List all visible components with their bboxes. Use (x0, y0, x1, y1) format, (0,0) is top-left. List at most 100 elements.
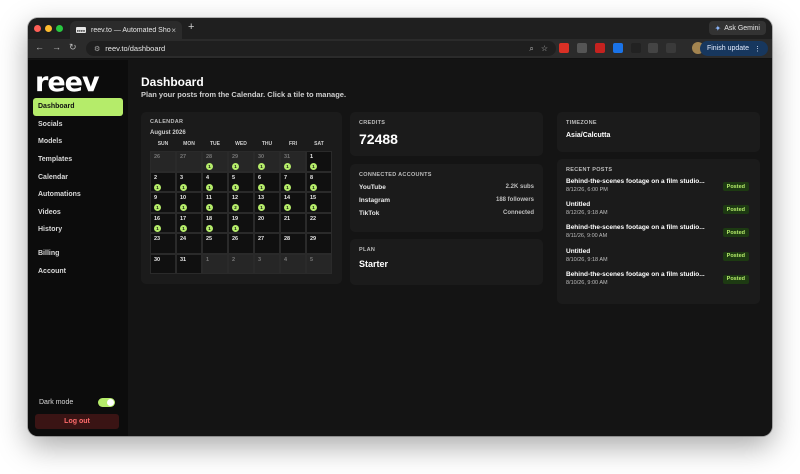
calendar-day-cell[interactable]: 15 1 (306, 192, 332, 213)
calendar-day-cell[interactable]: 13 1 (254, 192, 280, 213)
sidebar-item-automations[interactable]: Automations (33, 186, 123, 204)
recent-post-item[interactable]: Untitled 8/12/26, 9:18 AM Posted (566, 201, 751, 224)
close-window-icon[interactable] (34, 25, 41, 32)
calendar-day-cell[interactable]: 23 (150, 233, 176, 254)
calendar-day-cell[interactable]: 51 (228, 171, 254, 192)
scheduled-post-badge[interactable]: 1 (154, 204, 161, 211)
recent-post-item[interactable]: Behind-the-scenes footage on a film stud… (566, 224, 751, 247)
back-icon[interactable]: ← (35, 42, 44, 52)
scheduled-post-badge[interactable]: 1 (284, 163, 291, 170)
sidebar-item-videos[interactable]: Videos (33, 204, 123, 222)
site-info-icon[interactable]: ⚙ (94, 45, 100, 53)
calendar-day-cell[interactable]: 30 1 (254, 151, 280, 172)
calendar-day-cell[interactable]: 71 (280, 171, 306, 192)
calendar-day-cell[interactable]: 26 (228, 233, 254, 254)
sidebar-item-billing[interactable]: Billing (33, 245, 123, 263)
extension-p-icon[interactable] (595, 43, 605, 53)
extension-m-icon[interactable] (631, 43, 641, 53)
calendar-day-cell[interactable]: 19 1 (228, 212, 254, 233)
scheduled-post-badge[interactable]: 1 (206, 163, 213, 170)
scheduled-post-badge[interactable]: 1 (258, 163, 265, 170)
calendar-day-cell[interactable]: 21 (280, 212, 306, 233)
calendar-day-cell[interactable]: 41 (202, 171, 228, 192)
scheduled-post-badge[interactable]: 1 (232, 183, 239, 191)
calendar-day-cell[interactable]: 2 (228, 253, 254, 274)
calendar-day-cell[interactable]: 61 (254, 171, 280, 192)
calendar-day-cell[interactable]: 81 (306, 171, 332, 192)
minimize-window-icon[interactable] (45, 25, 52, 32)
scheduled-post-badge[interactable]: 1 (154, 224, 161, 232)
dark-mode-toggle[interactable] (98, 398, 115, 407)
tab-close-icon[interactable]: × (171, 26, 176, 35)
calendar-day-cell[interactable]: 28 (280, 233, 306, 254)
ask-gemini-button[interactable]: ✦ Ask Gemini (708, 21, 766, 35)
calendar-day-cell[interactable]: 1 (202, 253, 228, 274)
scheduled-post-badge[interactable]: 1 (180, 224, 187, 232)
zoom-icon[interactable]: ⌕ (529, 44, 533, 54)
calendar-day-cell[interactable]: 26 (150, 151, 176, 172)
sidebar-item-calendar[interactable]: Calendar (33, 168, 123, 186)
maximize-window-icon[interactable] (56, 25, 63, 32)
bookmark-star-icon[interactable]: ☆ (541, 44, 548, 53)
sidebar-item-dashboard[interactable]: Dashboard (33, 98, 123, 116)
reload-icon[interactable]: ↻ (69, 42, 77, 53)
calendar-day-cell[interactable]: 4 (280, 253, 306, 274)
calendar-day-cell[interactable]: 24 (176, 233, 202, 254)
scheduled-post-badge[interactable]: 1 (206, 204, 213, 211)
calendar-day-cell[interactable]: 14 1 (280, 192, 306, 213)
scheduled-post-badge[interactable]: 1 (258, 204, 265, 211)
extension-grid-icon[interactable] (577, 43, 587, 53)
calendar-day-cell[interactable]: 22 (306, 212, 332, 233)
forward-icon[interactable]: → (52, 42, 61, 52)
recent-post-item[interactable]: Behind-the-scenes footage on a film stud… (566, 271, 751, 294)
calendar-day-cell[interactable]: 3 (254, 253, 280, 274)
scheduled-post-badge[interactable]: 1 (206, 224, 213, 232)
calendar-day-cell[interactable]: 11 (306, 151, 332, 172)
sidebar-item-models[interactable]: Models (33, 133, 123, 151)
sidebar-item-account[interactable]: Account (33, 262, 123, 280)
finish-update-button[interactable]: Finish update ⋮ (699, 41, 768, 56)
address-bar[interactable]: ⚙ reev.to/dashboard ⌕ ☆ (86, 41, 556, 56)
scheduled-post-badge[interactable]: 1 (310, 183, 317, 191)
sidebar-item-history[interactable]: History (33, 221, 123, 239)
extensions-puzzle-icon[interactable] (666, 43, 676, 53)
calendar-day-cell[interactable]: 10 1 (176, 192, 202, 213)
calendar-day-cell[interactable]: 29 1 (228, 151, 254, 172)
calendar-day-cell[interactable]: 18 1 (202, 212, 228, 233)
scheduled-post-badge[interactable]: 1 (232, 163, 239, 170)
sidebar-item-socials[interactable]: Socials (33, 116, 123, 134)
logout-button[interactable]: Log out (35, 414, 119, 429)
calendar-day-cell[interactable]: 27 (254, 233, 280, 254)
scheduled-post-badge[interactable]: 1 (154, 183, 161, 191)
sidebar-item-templates[interactable]: Templates (33, 151, 123, 169)
scheduled-post-badge[interactable]: 2 (232, 204, 239, 211)
calendar-day-cell[interactable]: 30 (150, 253, 176, 274)
scheduled-post-badge[interactable]: 1 (206, 183, 213, 191)
reev-logo[interactable]: reev (35, 69, 100, 96)
scheduled-post-badge[interactable]: 1 (284, 183, 291, 191)
scheduled-post-badge[interactable]: 1 (310, 204, 317, 211)
recent-post-item[interactable]: Behind-the-scenes footage on a film stud… (566, 178, 751, 201)
calendar-day-cell[interactable]: 11 1 (202, 192, 228, 213)
recent-post-item[interactable]: Untitled 8/10/26, 9:18 AM Posted (566, 248, 751, 271)
calendar-day-cell[interactable]: 27 (176, 151, 202, 172)
scheduled-post-badge[interactable]: 1 (180, 183, 187, 191)
new-tab-button[interactable]: + (188, 21, 194, 33)
calendar-day-cell[interactable]: 31 (176, 253, 202, 274)
extension-shield-icon[interactable] (613, 43, 623, 53)
calendar-day-cell[interactable]: 21 (150, 171, 176, 192)
calendar-day-cell[interactable]: 16 1 (150, 212, 176, 233)
calendar-day-cell[interactable]: 20 (254, 212, 280, 233)
calendar-day-cell[interactable]: 29 (306, 233, 332, 254)
browser-tab[interactable]: reev reev.to — Automated Shorts × (70, 21, 182, 39)
extension-red-icon[interactable] (559, 43, 569, 53)
scheduled-post-badge[interactable]: 1 (310, 163, 317, 170)
calendar-day-cell[interactable]: 91 (150, 192, 176, 213)
calendar-day-cell[interactable]: 31 1 (280, 151, 306, 172)
calendar-day-cell[interactable]: 12 2 (228, 192, 254, 213)
scheduled-post-badge[interactable]: 1 (232, 224, 239, 232)
calendar-day-cell[interactable]: 28 1 (202, 151, 228, 172)
kebab-menu-icon[interactable]: ⋮ (754, 45, 761, 53)
calendar-day-cell[interactable]: 25 (202, 233, 228, 254)
scheduled-post-badge[interactable]: 1 (284, 204, 291, 211)
